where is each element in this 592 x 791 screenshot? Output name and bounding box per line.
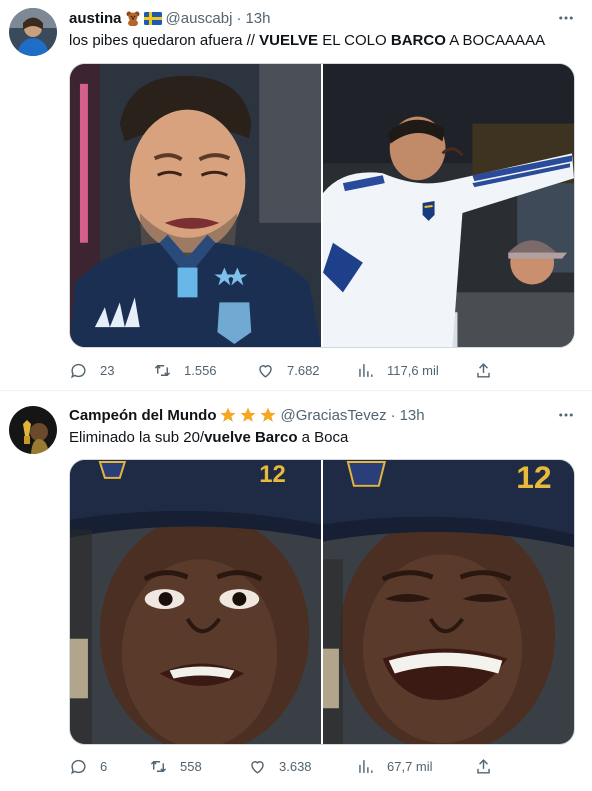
reply-count: 6: [100, 758, 108, 774]
timestamp[interactable]: 13h: [245, 10, 270, 27]
retweet-count: 558: [180, 758, 202, 774]
star-icon: [239, 406, 257, 424]
teddy-bear-icon: [125, 10, 141, 26]
more-icon[interactable]: [556, 8, 576, 28]
more-icon[interactable]: [556, 405, 576, 425]
views-button[interactable]: 117,6 mil: [356, 361, 439, 380]
share-icon: [477, 758, 490, 774]
views-button[interactable]: 67,7 mil: [356, 757, 433, 776]
reply-icon: [71, 759, 86, 774]
reply-icon: [71, 363, 86, 378]
tweet-header: austina @auscabj · 13h: [69, 8, 270, 28]
like-button[interactable]: 3.638: [248, 757, 312, 776]
avatar[interactable]: [9, 8, 57, 56]
heart-icon: [259, 364, 272, 378]
retweet-icon: [150, 760, 167, 772]
photo-player-serious[interactable]: 12: [70, 460, 321, 744]
tweet-text: Eliminado la sub 20/vuelve Barco a Boca: [69, 429, 349, 446]
like-count: 7.682: [287, 362, 320, 378]
tweet-actions: 23 1.556 7.682 117,6 mil: [69, 359, 509, 381]
star-icon: [259, 406, 277, 424]
tweet-actions: 6 558 3.638 67,7 mil: [69, 755, 509, 777]
share-button[interactable]: [474, 757, 493, 776]
display-name[interactable]: austina: [69, 10, 122, 27]
jersey-number: 12: [259, 461, 286, 488]
username-handle[interactable]: @GraciasTevez: [281, 407, 387, 424]
tweet-text: los pibes quedaron afuera // VUELVE EL C…: [69, 32, 546, 49]
retweet-count: 1.556: [184, 362, 217, 378]
tweet-divider: [0, 390, 592, 391]
photo-celebrating-coach[interactable]: [323, 64, 574, 347]
reply-button[interactable]: 6: [69, 757, 107, 776]
retweet-button[interactable]: 1.556: [153, 361, 217, 380]
photo-player-smiling[interactable]: 12: [323, 460, 574, 744]
reply-button[interactable]: 23: [69, 361, 114, 380]
timestamp[interactable]: 13h: [400, 407, 425, 424]
username-handle[interactable]: @auscabj: [166, 10, 233, 27]
tweet-header: Campeón del Mundo @GraciasTevez · 13h: [69, 405, 425, 425]
tweet-media[interactable]: [69, 63, 575, 348]
views-count: 117,6 mil: [387, 362, 439, 378]
tweet[interactable]: Campeón del Mundo @GraciasTevez · 13h El…: [0, 392, 592, 791]
retweet-button[interactable]: 558: [149, 757, 202, 776]
share-button[interactable]: [474, 361, 493, 380]
tweet-media[interactable]: 12 12: [69, 459, 575, 745]
jersey-number: 12: [516, 460, 551, 495]
reply-count: 23: [100, 362, 115, 378]
tweet[interactable]: austina @auscabj · 13h los pibes quedaro…: [0, 0, 592, 391]
avatar[interactable]: [9, 406, 57, 454]
sweden-flag-icon: [143, 11, 162, 25]
retweet-icon: [154, 364, 171, 376]
views-count: 67,7 mil: [387, 758, 433, 774]
heart-icon: [251, 760, 264, 774]
separator-dot: ·: [236, 9, 242, 27]
views-icon: [359, 759, 373, 773]
like-button[interactable]: 7.682: [256, 361, 320, 380]
share-icon: [477, 362, 490, 378]
display-name[interactable]: Campeón del Mundo: [69, 407, 217, 424]
photo-crying-coach[interactable]: [70, 64, 321, 347]
separator-dot: ·: [390, 406, 396, 424]
views-icon: [359, 363, 373, 377]
star-icon: [219, 406, 237, 424]
like-count: 3.638: [279, 758, 312, 774]
